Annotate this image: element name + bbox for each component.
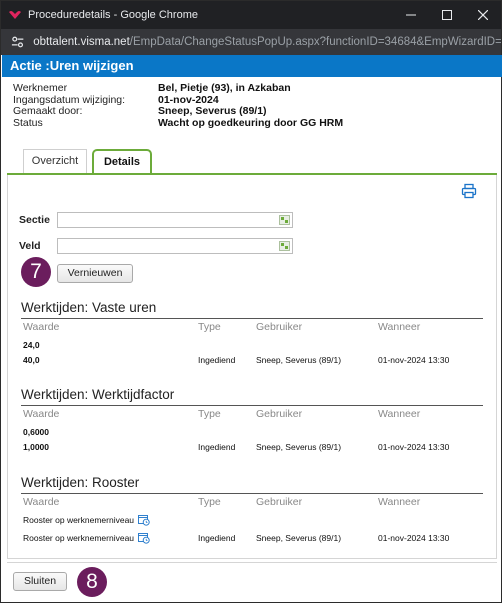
address-bar[interactable]: obttalent.visma.net/EmpData/ChangeStatus…: [1, 29, 501, 55]
footer-divider: [7, 562, 497, 563]
cell-wanneer: 01-nov-2024 13:30: [378, 533, 450, 543]
column-header-type: Type: [198, 408, 221, 420]
info-label-status: Status: [13, 116, 43, 129]
cell-gebruiker: Sneep, Severus (89/1): [256, 355, 342, 365]
url-path: /EmpData/ChangeStatusPopUp.aspx?function…: [129, 36, 501, 48]
section-title-vaste-uren: Werktijden: Vaste uren: [21, 300, 157, 315]
column-header-gebruiker: Gebruiker: [256, 321, 303, 333]
cell-type: Ingediend: [198, 533, 236, 543]
site-info-icon[interactable]: [10, 34, 25, 50]
column-header-type: Type: [198, 321, 221, 333]
cell-type: Ingediend: [198, 442, 236, 452]
cell-wanneer: 01-nov-2024 13:30: [378, 355, 450, 365]
column-header-type: Type: [198, 496, 221, 508]
cell-waarde: 1,0000: [23, 442, 49, 452]
column-header-waarde: Waarde: [23, 496, 60, 508]
column-header-gebruiker: Gebruiker: [256, 408, 303, 420]
info-value-status: Wacht op goedkeuring door GG HRM: [158, 116, 344, 129]
column-header-wanneer: Wanneer: [378, 408, 421, 420]
column-header-waarde: Waarde: [23, 408, 60, 420]
calendar-clock-icon[interactable]: [138, 532, 150, 544]
info-row: Status Wacht op goedkeuring door GG HRM: [13, 116, 344, 130]
cell-waarde: 0,6000: [23, 427, 49, 437]
calendar-clock-icon[interactable]: [138, 514, 150, 526]
refresh-button[interactable]: Vernieuwen: [57, 264, 133, 283]
column-header-gebruiker: Gebruiker: [256, 496, 303, 508]
cell-waarde: 40,0: [23, 355, 40, 365]
cell-waarde: 24,0: [23, 340, 40, 350]
lookup-icon[interactable]: [279, 215, 290, 225]
url-host: obttalent.visma.net: [33, 36, 130, 48]
info-row: Werknemer Bel, Pietje (93), in Azkaban: [13, 82, 343, 95]
section-title-werktijdfactor: Werktijden: Werktijdfactor: [21, 387, 175, 402]
info-value-werknemer: Bel, Pietje (93), in Azkaban: [158, 82, 291, 94]
close-window-button[interactable]: [465, 1, 501, 29]
minimize-icon: [406, 14, 416, 16]
section-title-rooster: Werktijden: Rooster: [21, 475, 140, 490]
minimize-button[interactable]: [393, 1, 429, 29]
maximize-button[interactable]: [429, 1, 465, 29]
info-block: Werknemer Bel, Pietje (93), in Azkaban I…: [13, 82, 344, 130]
column-header-waarde: Waarde: [23, 321, 60, 333]
column-header-wanneer: Wanneer: [378, 321, 421, 333]
info-value-gemaakt-door: Sneep, Severus (89/1): [158, 105, 267, 117]
section-divider: [21, 405, 483, 406]
tab-overzicht[interactable]: Overzicht: [23, 149, 87, 174]
cell-gebruiker: Sneep, Severus (89/1): [256, 442, 342, 452]
cell-gebruiker: Sneep, Severus (89/1): [256, 533, 342, 543]
sectie-input[interactable]: [57, 212, 293, 228]
info-label-werknemer: Werknemer: [13, 82, 68, 94]
window-titlebar: Proceduredetails - Google Chrome: [1, 1, 501, 29]
section-divider: [21, 318, 483, 319]
veld-input[interactable]: [57, 238, 293, 254]
sectie-label: Sectie: [19, 214, 50, 226]
info-label-gemaakt-door: Gemaakt door:: [13, 105, 83, 117]
close-icon: [478, 10, 488, 20]
popup-window: Proceduredetails - Google Chrome obttale…: [0, 0, 502, 603]
cell-waarde: Rooster op werknemerniveau: [23, 533, 135, 543]
lookup-icon[interactable]: [279, 241, 290, 251]
step-badge-7: 7: [21, 257, 51, 287]
step-badge-8: 8: [77, 567, 107, 597]
cell-type: Ingediend: [198, 355, 236, 365]
section-divider: [21, 493, 483, 494]
cell-wanneer: 01-nov-2024 13:30: [378, 442, 450, 452]
cell-waarde: Rooster op werknemerniveau: [23, 515, 135, 525]
close-button[interactable]: Sluiten: [13, 572, 67, 591]
window-title: Proceduredetails - Google Chrome: [28, 9, 198, 21]
column-header-wanneer: Wanneer: [378, 496, 421, 508]
app-logo-icon: [9, 11, 21, 19]
url-text: obttalent.visma.net/EmpData/ChangeStatus…: [33, 36, 501, 48]
tab-details[interactable]: Details: [92, 149, 152, 175]
details-panel: [7, 175, 497, 559]
print-icon[interactable]: [461, 183, 477, 199]
maximize-icon: [442, 10, 452, 20]
info-row: Gemaakt door: Sneep, Severus (89/1): [13, 105, 343, 118]
page-title: Actie :Uren wijzigen: [2, 55, 502, 77]
veld-label: Veld: [19, 240, 41, 252]
